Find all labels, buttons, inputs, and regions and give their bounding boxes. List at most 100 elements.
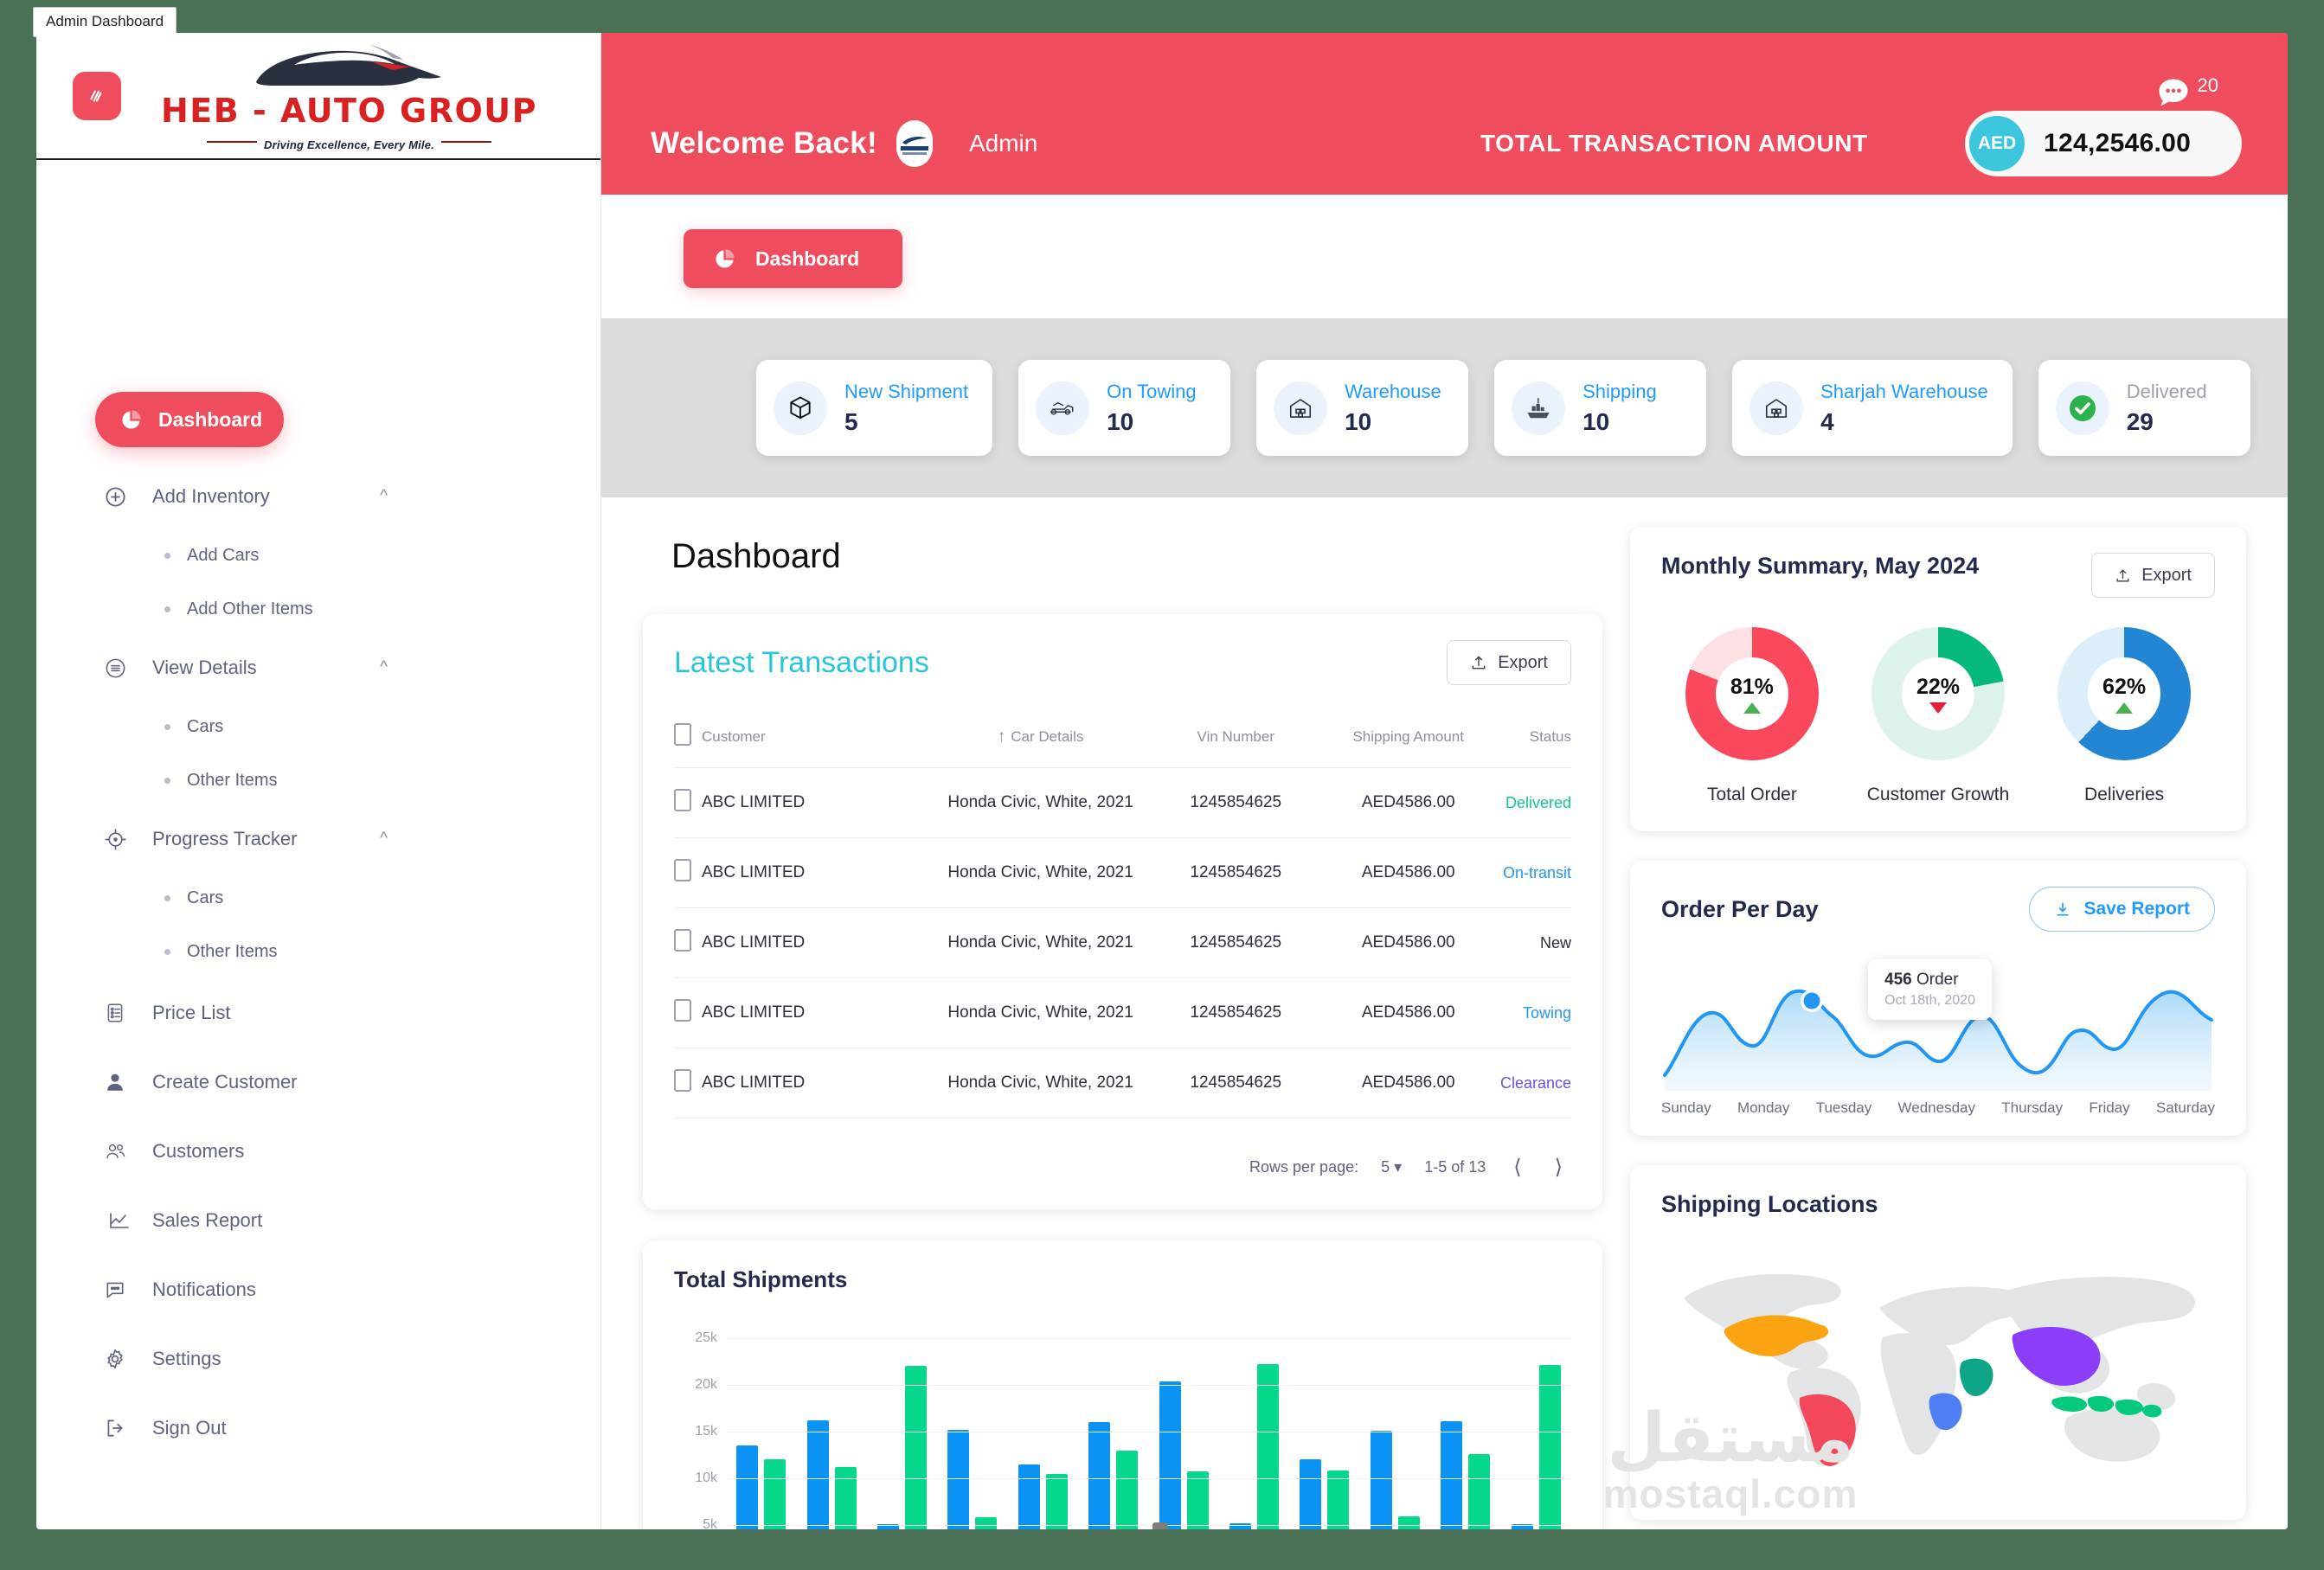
sidebar-item-label: Price List [152,1002,231,1023]
donut-label: Deliveries [2083,785,2165,804]
cell-car-details: Honda Civic, White, 2021 [926,977,1156,1048]
donut-ring: 22% [1871,627,2005,760]
prev-page-button[interactable]: ⟨ [1508,1155,1526,1180]
row-checkbox-cell[interactable] [674,767,702,838]
table-row[interactable]: ABC LIMITED Honda Civic, White, 2021 12458… [674,1048,1571,1118]
stat-label: Delivered [2126,380,2207,402]
stat-card-delivered[interactable]: Delivered 29 [2038,360,2250,456]
sidebar-subitem-add-other-items[interactable]: Add Other Items [36,582,600,636]
checkbox-icon[interactable] [674,789,691,811]
currency-badge: AED [1969,116,2025,171]
brand-tagline-row: Driving Excellence, Every Mile. [207,132,491,151]
sidebar-subitem-label: Add Other Items [187,599,313,618]
day-tick: Wednesday [1897,1099,1975,1116]
bar-delivered [905,1366,928,1529]
sidebar-item-sales-report[interactable]: Sales Report [36,1186,600,1255]
sidebar-subitem-add-cars[interactable]: Add Cars [36,529,600,582]
summary-donuts: 81% Total Order 22% Customer Growth 62% Deliv… [1661,627,2215,805]
tab-dashboard[interactable]: Dashboard [684,229,902,288]
bar-group [736,1445,786,1529]
y-tick: 25k [695,1330,717,1345]
sidebar-item-notifications[interactable]: Notifications [36,1255,600,1324]
avatar[interactable] [896,120,933,167]
stat-value: 10 [1345,407,1372,435]
sidebar-item-dashboard[interactable]: Dashboard [95,392,284,447]
sidebar-group-progress-tracker[interactable]: Progress Tracker ^ [36,807,600,871]
donut-label: Total Order [1706,785,1797,804]
cell-vin: 1245854625 [1155,767,1317,838]
status-badge: New [1499,907,1571,978]
bar-delivered [1538,1365,1561,1529]
row-checkbox-cell[interactable] [674,907,702,978]
row-checkbox-cell[interactable] [674,1048,702,1118]
cell-car-details: Honda Civic, White, 2021 [926,907,1156,978]
table-row[interactable]: ABC LIMITED Honda Civic, White, 2021 12458… [674,767,1571,838]
latest-transactions-card: Latest Transactions Export Customer ↑ Ca… [643,614,1602,1209]
col-status[interactable]: Status [1499,723,1571,768]
save-report-button[interactable]: Save Report [2029,887,2215,932]
next-page-button[interactable]: ⟩ [1550,1155,1568,1180]
sidebar-item-settings[interactable]: Settings [36,1324,600,1394]
trend-down-icon [1929,702,1947,714]
col-vin-number[interactable]: Vin Number [1155,723,1317,768]
stat-value: 4 [1820,407,1834,435]
donut-deliveries: 62% Deliveries [2058,627,2192,805]
chevron-up-icon[interactable]: ^ [380,830,388,849]
stat-label: Sharjah Warehouse [1820,380,1988,402]
bar-group [1018,1464,1068,1529]
checkbox-icon[interactable] [674,723,691,746]
donut-center: 81% [1715,657,1788,730]
dashboard-body: Dashboard Latest Transactions Export Cus… [601,497,2288,1529]
bar-delivered [1116,1451,1139,1529]
sidebar-item-customers[interactable]: Customers [36,1117,600,1186]
page-title: Dashboard [671,537,841,575]
sidebar-group-view-details[interactable]: View Details ^ [36,636,600,700]
map-region-saudi-arabia[interactable] [1960,1358,1993,1396]
map-region-china[interactable] [2012,1326,2101,1386]
plus-circle-icon [104,485,135,509]
stat-card-warehouse[interactable]: Warehouse 10 [1256,360,1469,456]
stat-card-shipping[interactable]: Shipping 10 [1494,360,1707,456]
shipments-title: Total Shipments [674,1266,848,1292]
export-transactions-button[interactable]: Export [1447,640,1571,685]
col-shipping-amount[interactable]: Shipping Amount [1316,723,1500,768]
scrollbar-thumb[interactable] [1152,1522,1168,1529]
sidebar-group-add-inventory[interactable]: Add Inventory ^ [36,465,600,529]
table-row[interactable]: ABC LIMITED Honda Civic, White, 2021 12458… [674,977,1571,1048]
checkbox-icon[interactable] [674,859,691,881]
donut-total-order: 81% Total Order [1685,627,1819,805]
col-car-details[interactable]: ↑ Car Details [926,723,1156,768]
checkbox-icon[interactable] [674,999,691,1022]
checkbox-icon[interactable] [674,929,691,952]
sidebar-subitem-view-other-items[interactable]: Other Items [36,753,600,807]
sidebar-item-label: Notifications [152,1278,256,1300]
stat-card-new-shipment[interactable]: New Shipment 5 [756,360,993,456]
row-checkbox-cell[interactable] [674,977,702,1048]
sidebar-item-create-customer[interactable]: Create Customer [36,1048,600,1117]
rows-per-page-select[interactable]: 5 ▾ [1381,1158,1402,1176]
export-summary-button[interactable]: Export [2091,553,2215,598]
row-checkbox-cell[interactable] [674,837,702,908]
table-row[interactable]: ABC LIMITED Honda Civic, White, 2021 12458… [674,837,1571,908]
select-all-header[interactable] [674,723,702,768]
box-icon [774,381,827,435]
sidebar-subitem-progress-cars[interactable]: Cars [36,871,600,925]
sidebar-item-price-list[interactable]: Price List [36,978,600,1048]
chevron-up-icon[interactable]: ^ [380,487,388,506]
menu-toggle-button[interactable] [73,71,121,120]
sidebar-item-sign-out[interactable]: Sign Out [36,1394,600,1463]
col-customer[interactable]: Customer [701,723,927,768]
checkbox-icon[interactable] [674,1069,691,1092]
sidebar-subitem-progress-other-items[interactable]: Other Items [36,925,600,978]
sidebar-subitem-view-cars[interactable]: Cars [36,700,600,753]
warehouse-icon [1274,381,1328,435]
table-row[interactable]: ABC LIMITED Honda Civic, White, 2021 12458… [674,907,1571,978]
stat-value: 10 [1107,407,1134,435]
order-header: Order Per Day Save Report [1661,887,2215,932]
chat-notification[interactable]: 20 [2154,74,2218,112]
stat-card-on-towing[interactable]: On Towing 10 [1018,360,1231,456]
cell-amount: AED4586.00 [1316,1048,1500,1118]
sidebar-dashboard-label: Dashboard [158,407,263,431]
stat-card-sharjah-warehouse[interactable]: Sharjah Warehouse 4 [1732,360,2013,456]
chevron-up-icon[interactable]: ^ [380,658,388,677]
